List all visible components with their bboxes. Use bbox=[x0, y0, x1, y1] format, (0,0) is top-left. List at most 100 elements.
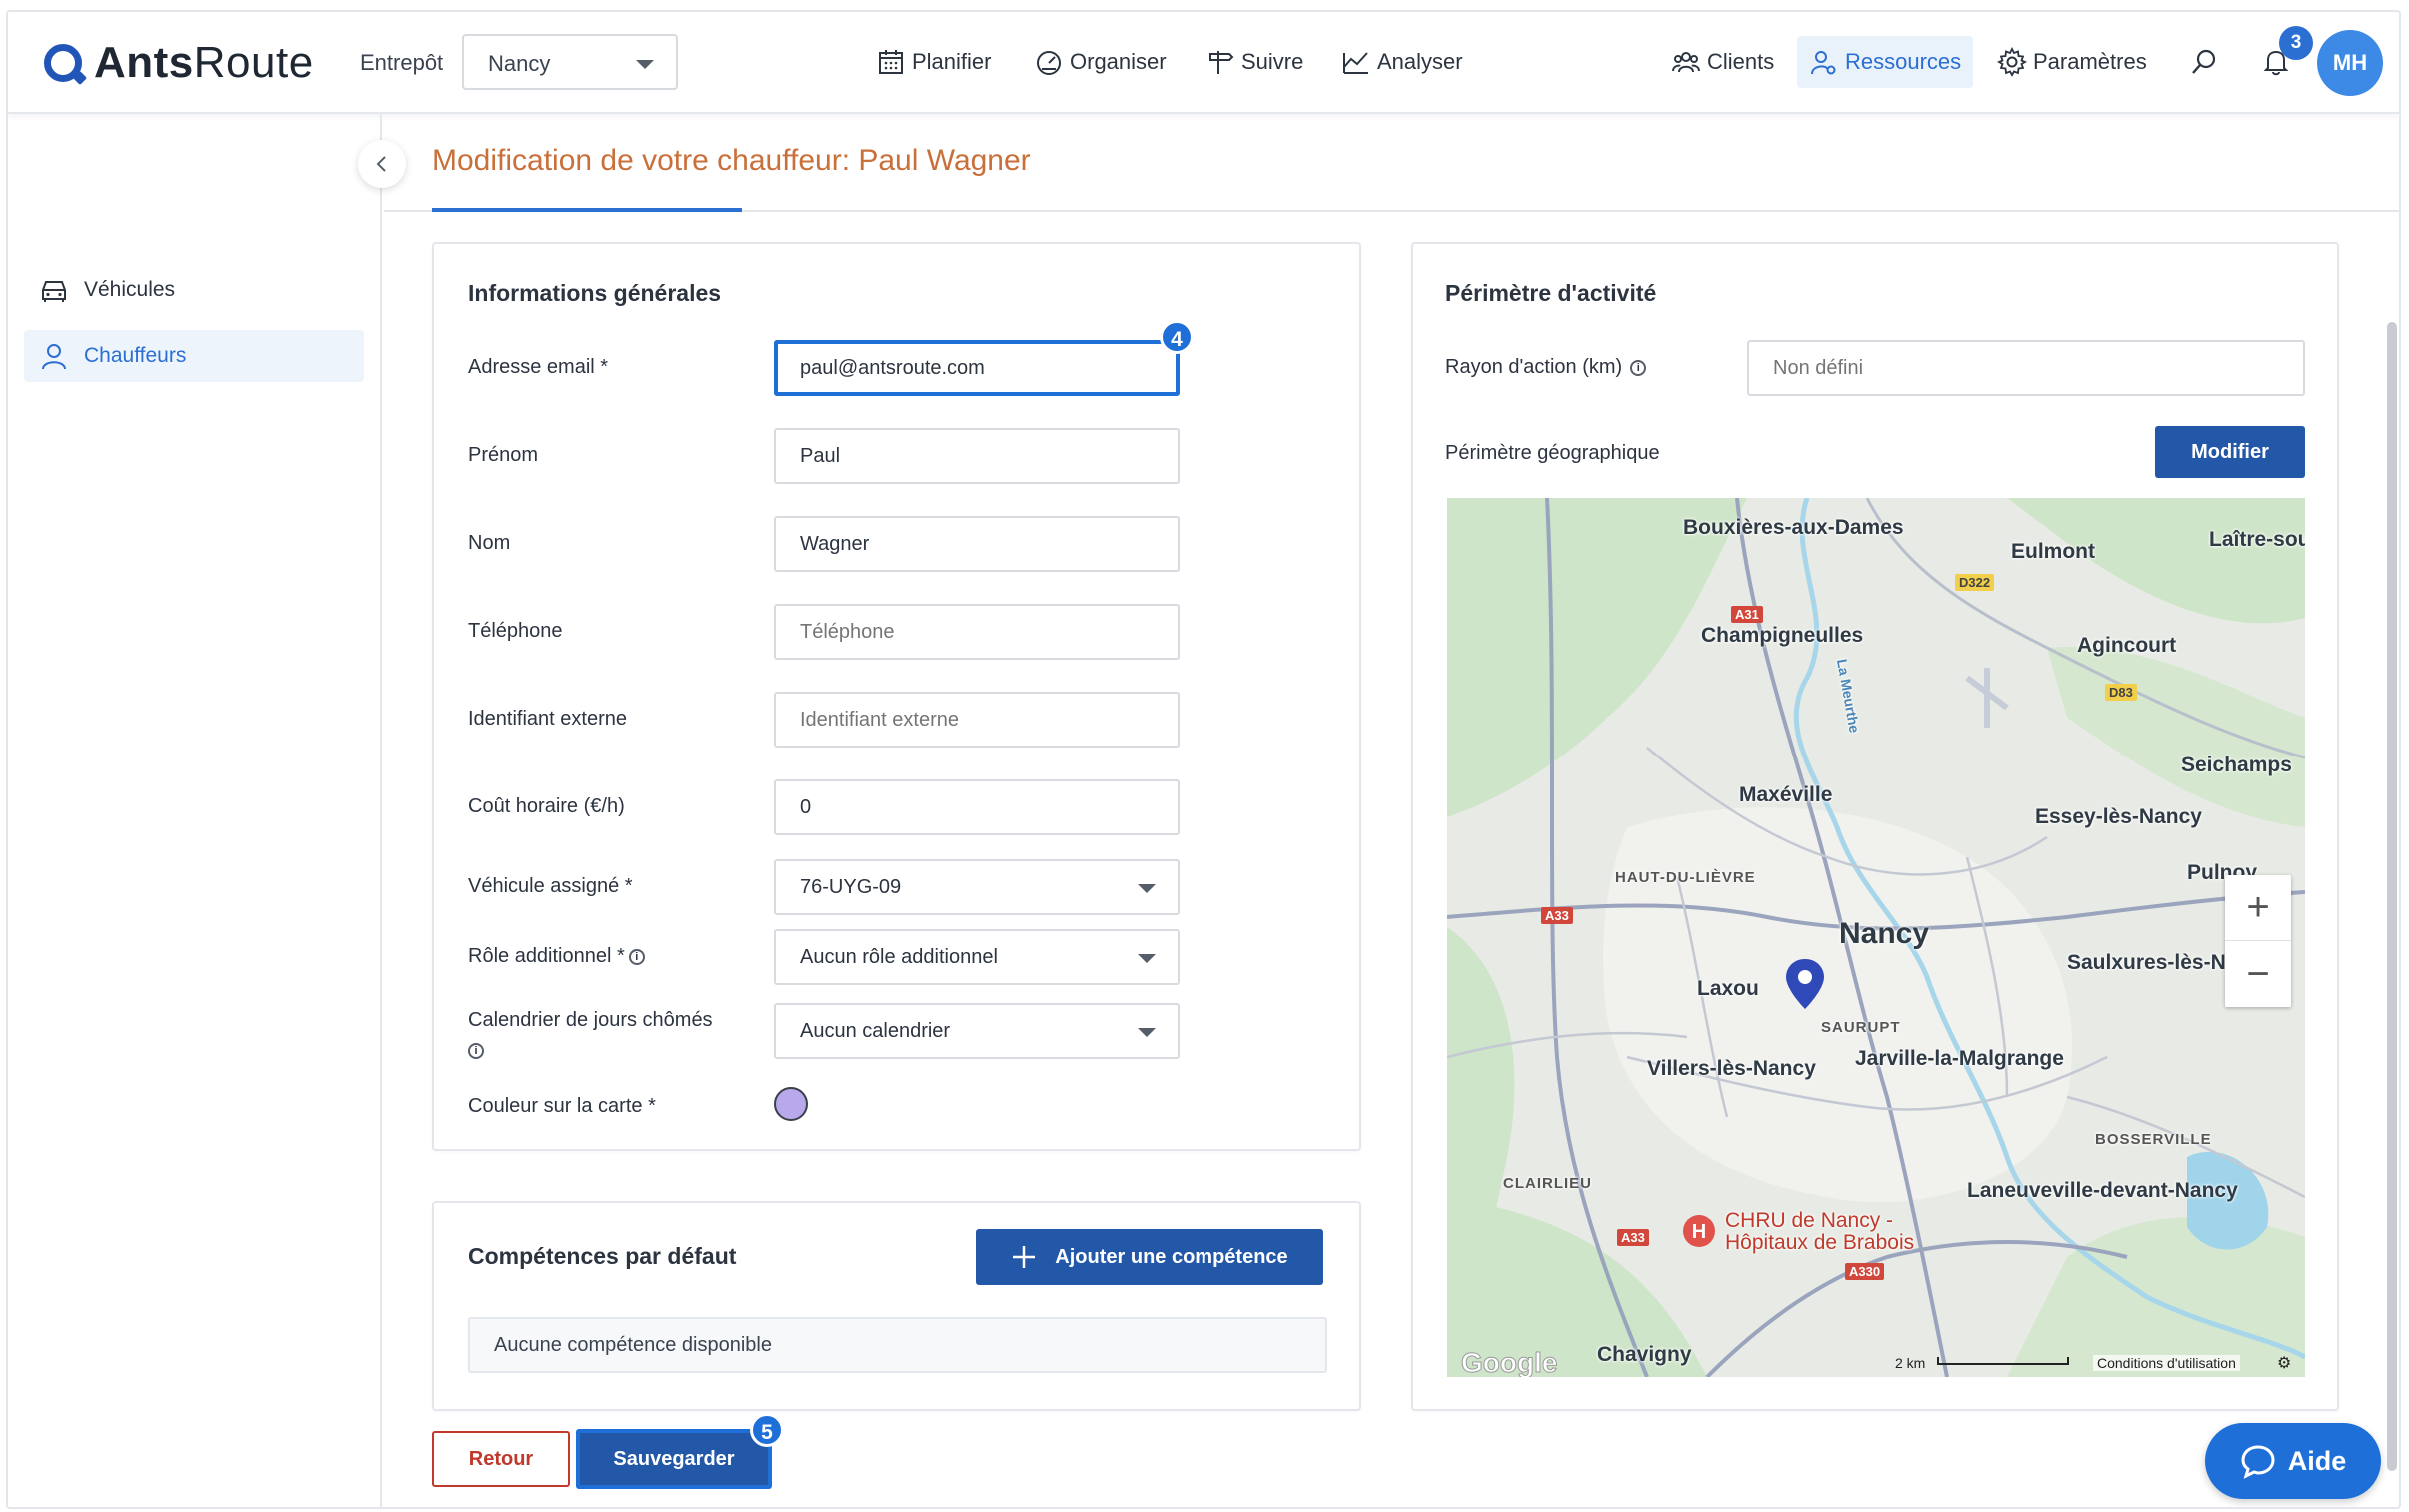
lastname-label: Nom bbox=[468, 532, 511, 554]
role-label: Rôle additionnel * i bbox=[468, 945, 645, 968]
general-info-title: Informations générales bbox=[468, 280, 722, 306]
role-value: Aucun rôle additionnel bbox=[800, 946, 998, 968]
external-id-field[interactable] bbox=[774, 692, 1180, 748]
users-group-icon bbox=[1672, 52, 1700, 73]
lastname-field[interactable] bbox=[774, 516, 1180, 572]
hospital-marker-icon: H bbox=[1683, 1215, 1715, 1247]
calendar-label: Calendrier de jours chômés i bbox=[468, 1005, 758, 1065]
map-road-badge: A33 bbox=[1541, 907, 1573, 924]
search-button[interactable] bbox=[2189, 42, 2225, 82]
user-avatar[interactable]: MH bbox=[2317, 30, 2383, 96]
nav-settings[interactable]: Paramètres bbox=[1997, 42, 2147, 82]
nav-resources[interactable]: Ressources bbox=[1797, 36, 1974, 88]
notification-count-badge: 3 bbox=[2279, 26, 2313, 60]
calendar-select[interactable]: Aucun calendrier bbox=[774, 1003, 1180, 1059]
map-place-label: Eulmont bbox=[2011, 540, 2095, 563]
vehicle-value: 76-UYG-09 bbox=[800, 876, 902, 898]
map-scale-label: 2 km bbox=[1895, 1355, 1926, 1371]
google-logo: Google bbox=[1460, 1347, 1558, 1378]
antsroute-logo[interactable]: AntsRoute bbox=[44, 38, 314, 88]
plus-icon bbox=[1013, 1246, 1036, 1268]
sidebar-item-drivers[interactable]: Chauffeurs bbox=[24, 330, 364, 382]
map-scale-bar bbox=[1937, 1357, 2069, 1365]
nav-settings-label: Paramètres bbox=[2033, 49, 2147, 74]
map-terms-link[interactable]: Conditions d'utilisation bbox=[2093, 1355, 2240, 1371]
map-color-label: Couleur sur la carte * bbox=[468, 1095, 656, 1117]
nav-plan[interactable]: Planifier bbox=[876, 42, 991, 82]
signpost-icon bbox=[1209, 51, 1234, 74]
map-place-label: HAUT-DU-LIÈVRE bbox=[1615, 869, 1756, 886]
map-place-label: Saulxures-lès-N bbox=[2067, 951, 2226, 974]
user-gear-icon bbox=[1811, 51, 1836, 75]
sidebar-item-vehicles[interactable]: Véhicules bbox=[24, 264, 364, 316]
nav-track-label: Suivre bbox=[1241, 49, 1304, 74]
nav-track[interactable]: Suivre bbox=[1205, 42, 1303, 82]
geo-perimeter-label: Périmètre géographique bbox=[1445, 442, 1660, 464]
info-icon[interactable]: i bbox=[468, 1042, 484, 1059]
nav-organize-label: Organiser bbox=[1070, 49, 1167, 74]
map-place-label: Seichamps bbox=[2181, 754, 2292, 776]
svg-text:H: H bbox=[1692, 1221, 1706, 1243]
perimeter-map[interactable]: Bouxières-aux-Dames Eulmont Laître-sou C… bbox=[1447, 498, 2305, 1377]
email-field[interactable] bbox=[774, 340, 1180, 396]
logo-mark-icon bbox=[44, 44, 82, 82]
nav-analyze-label: Analyser bbox=[1377, 49, 1463, 74]
gauge-icon bbox=[1037, 51, 1061, 75]
info-icon[interactable]: i bbox=[1630, 359, 1647, 376]
map-place-label: Agincourt bbox=[2077, 634, 2177, 657]
firstname-label: Prénom bbox=[468, 444, 539, 466]
sidebar-item-vehicles-label: Véhicules bbox=[84, 278, 176, 301]
phone-label: Téléphone bbox=[468, 620, 563, 642]
map-place-label: Bouxières-aux-Dames bbox=[1683, 516, 1904, 539]
map-place-label: BOSSERVILLE bbox=[2095, 1131, 2212, 1148]
hourly-cost-field[interactable] bbox=[774, 779, 1180, 835]
page-scrollbar[interactable] bbox=[2387, 322, 2397, 1471]
skills-card: Compétences par défaut Ajouter une compé… bbox=[432, 1201, 1361, 1411]
save-button[interactable]: Sauvegarder bbox=[576, 1429, 772, 1489]
warehouse-label: Entrepôt bbox=[360, 50, 444, 75]
search-icon bbox=[2192, 49, 2216, 74]
radius-label: Rayon d'action (km) i bbox=[1445, 356, 1647, 379]
phone-field[interactable] bbox=[774, 604, 1180, 660]
nav-organize[interactable]: Organiser bbox=[1034, 42, 1167, 82]
map-color-picker[interactable] bbox=[774, 1087, 808, 1121]
location-pin-icon bbox=[1786, 959, 1824, 1009]
car-icon bbox=[42, 281, 66, 302]
map-road-badge: A33 bbox=[1617, 1229, 1649, 1246]
app-window: AntsRoute Entrepôt Nancy Planifier Organ… bbox=[6, 10, 2401, 1509]
add-skill-button[interactable]: Ajouter une compétence bbox=[976, 1229, 1323, 1285]
map-place-label: Jarville-la-Malgrange bbox=[1855, 1047, 2064, 1070]
map-footer: Google 2 km Conditions d'utilisation ⚙ bbox=[1447, 1347, 2305, 1378]
map-road-badge: D322 bbox=[1955, 574, 1995, 591]
nav-analyze[interactable]: Analyser bbox=[1341, 42, 1463, 82]
sidebar: Véhicules Chauffeurs bbox=[8, 114, 382, 1507]
map-report-icon[interactable]: ⚙ bbox=[2277, 1353, 2291, 1373]
nav-clients-label: Clients bbox=[1707, 49, 1775, 74]
external-id-label: Identifiant externe bbox=[468, 708, 627, 730]
role-select[interactable]: Aucun rôle additionnel bbox=[774, 929, 1180, 985]
collapse-sidebar-button[interactable] bbox=[358, 140, 406, 188]
nav-clients[interactable]: Clients bbox=[1671, 42, 1774, 82]
warehouse-value: Nancy bbox=[488, 51, 551, 76]
map-zoom-control: + − bbox=[2225, 875, 2291, 1007]
page-title: Modification de votre chauffeur: Paul Wa… bbox=[432, 144, 1031, 177]
vehicle-select[interactable]: 76-UYG-09 bbox=[774, 859, 1180, 915]
chart-icon bbox=[1343, 52, 1368, 74]
logo-text-rest: Route bbox=[193, 38, 314, 87]
zoom-out-button[interactable]: − bbox=[2225, 941, 2291, 1007]
modify-perimeter-button[interactable]: Modifier bbox=[2155, 426, 2305, 478]
calendar-icon bbox=[879, 50, 903, 74]
step-badge-5: 5 bbox=[750, 1413, 784, 1447]
radius-label-text: Rayon d'action (km) bbox=[1445, 356, 1623, 378]
map-place-label: Nancy bbox=[1839, 917, 1930, 950]
radius-field[interactable] bbox=[1747, 340, 2305, 396]
help-button[interactable]: Aide bbox=[2205, 1423, 2381, 1499]
zoom-in-button[interactable]: + bbox=[2225, 875, 2291, 941]
info-icon[interactable]: i bbox=[628, 948, 645, 965]
map-place-label: Laneuveville-devant-Nancy bbox=[1967, 1179, 2238, 1202]
firstname-field[interactable] bbox=[774, 428, 1180, 484]
role-label-text: Rôle additionnel * bbox=[468, 945, 625, 967]
warehouse-select[interactable]: Nancy bbox=[462, 34, 678, 90]
help-label: Aide bbox=[2287, 1445, 2347, 1476]
back-button[interactable]: Retour bbox=[432, 1431, 570, 1487]
